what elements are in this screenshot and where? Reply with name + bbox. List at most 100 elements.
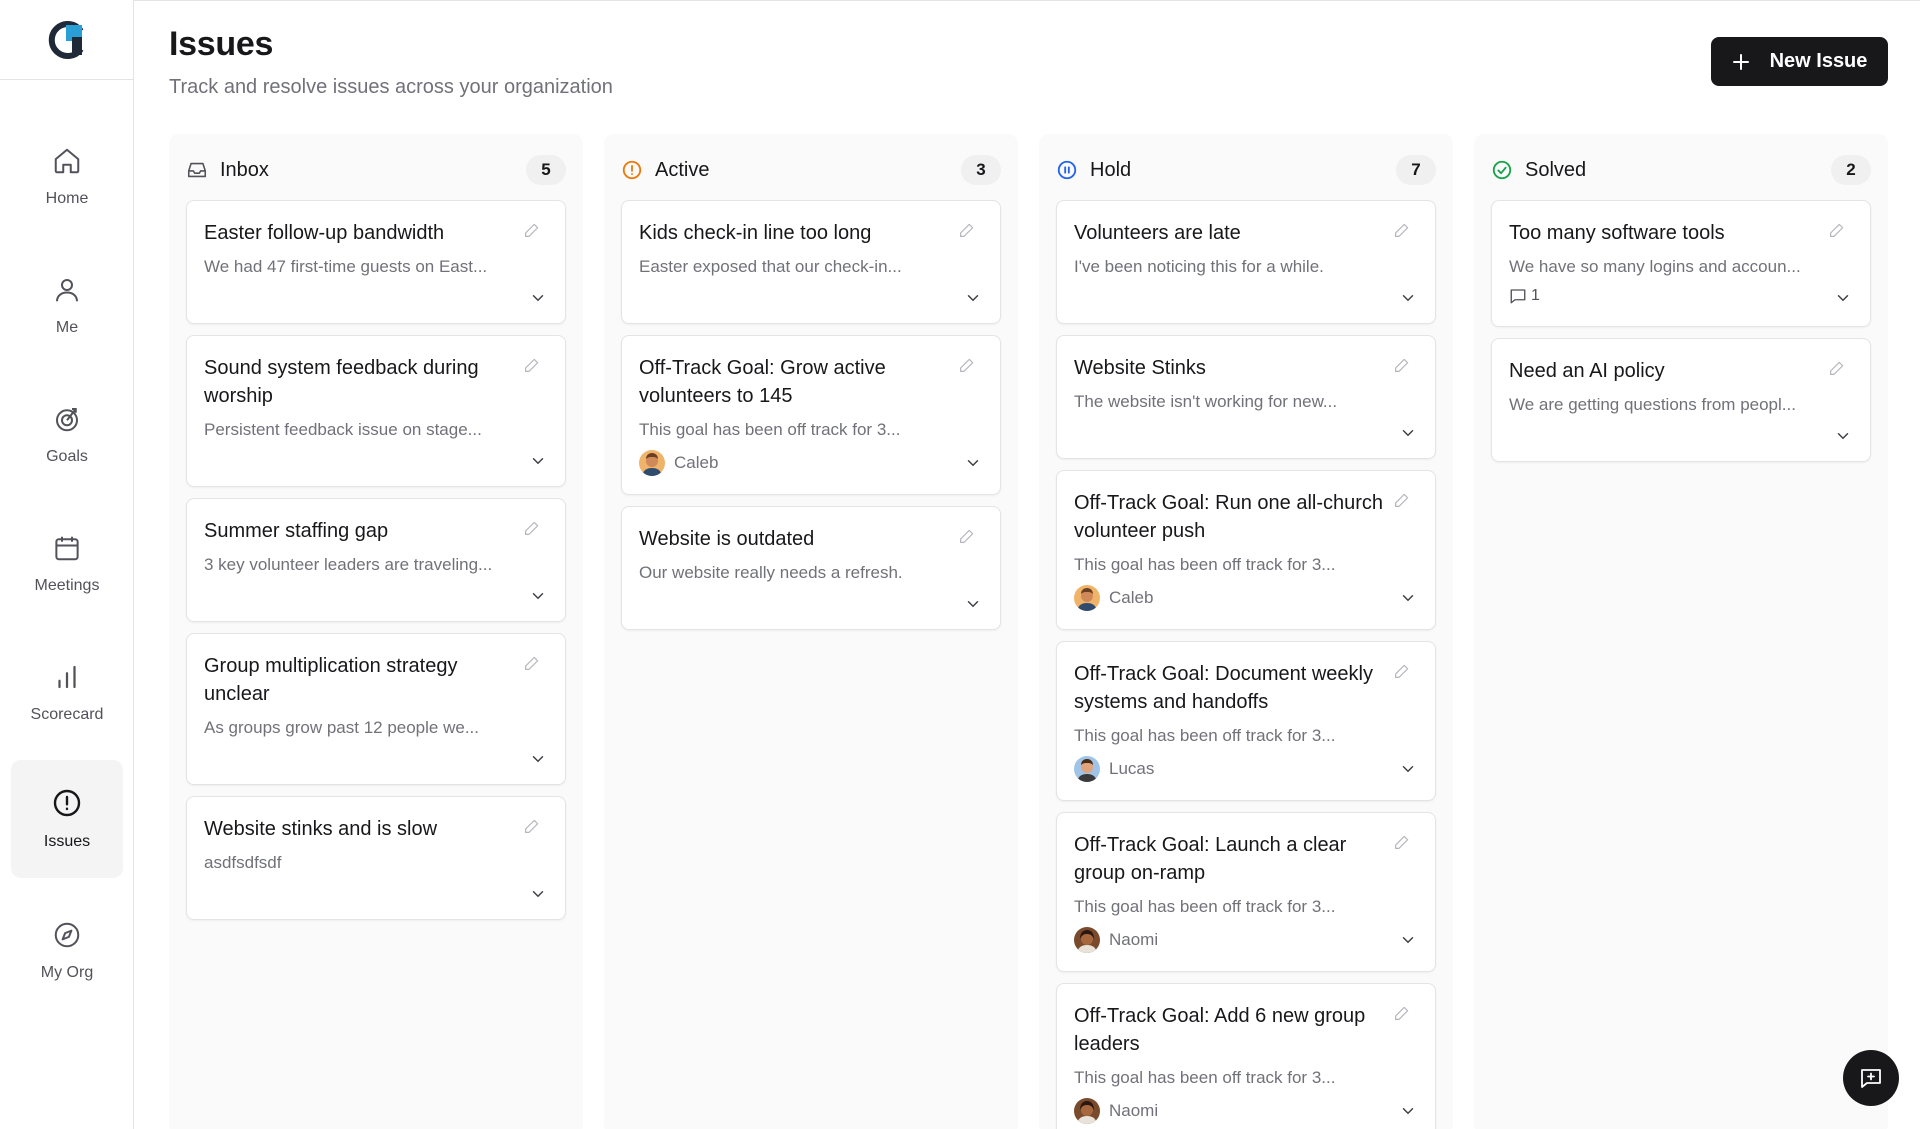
- issue-card[interactable]: Website Stinks The website isn't working…: [1056, 335, 1436, 459]
- nav-label-home: Home: [45, 190, 89, 207]
- chevron-down-icon[interactable]: [1399, 931, 1417, 949]
- card-title: Easter follow-up bandwidth: [204, 222, 445, 244]
- chevron-down-icon[interactable]: [1399, 1102, 1417, 1120]
- nav-item-scorecard[interactable]: Scorecard: [11, 634, 123, 752]
- column-header: Solved 2: [1491, 154, 1871, 186]
- assignee: Caleb: [1074, 585, 1153, 611]
- issue-card[interactable]: Website stinks and is slow asdfsdfsdf: [186, 796, 566, 920]
- card-description: 3 key volunteer leaders are traveling...: [204, 555, 493, 574]
- column-title: Inbox: [220, 158, 269, 181]
- card-description: I've been noticing this for a while.: [1074, 257, 1324, 276]
- issue-card[interactable]: Too many software tools We have so many …: [1491, 200, 1871, 327]
- column-title: Hold: [1090, 158, 1132, 181]
- issue-card[interactable]: Off-Track Goal: Add 6 new group leaders …: [1056, 983, 1436, 1129]
- nav-item-meetings[interactable]: Meetings: [11, 505, 123, 623]
- check-circle-icon: [1491, 159, 1513, 181]
- edit-icon[interactable]: [1828, 221, 1846, 239]
- top-border: [0, 0, 1920, 1]
- nav-label-meetings: Meetings: [34, 577, 100, 594]
- issue-card[interactable]: Off-Track Goal: Document weekly systems …: [1056, 641, 1436, 801]
- avatar: [1074, 1098, 1100, 1124]
- chevron-down-icon[interactable]: [1399, 760, 1417, 778]
- chevron-down-icon[interactable]: [1399, 589, 1417, 607]
- nav-label-my-org: My Org: [40, 964, 94, 981]
- chevron-down-icon[interactable]: [964, 289, 982, 307]
- card-title: Need an AI policy: [1509, 360, 1665, 382]
- chevron-down-icon[interactable]: [529, 452, 547, 470]
- chat-button[interactable]: [1843, 1050, 1899, 1106]
- issue-card[interactable]: Sound system feedback during worship Per…: [186, 335, 566, 487]
- issue-card[interactable]: Easter follow-up bandwidth We had 47 fir…: [186, 200, 566, 324]
- sidebar: Home Me Goals Meetings Scorecard Issues: [0, 0, 134, 1129]
- column-count: 5: [526, 155, 566, 185]
- card-title: Sound system feedback during worship: [204, 357, 479, 407]
- assignee-name: Naomi: [1109, 1101, 1159, 1120]
- nav-item-home[interactable]: Home: [11, 118, 123, 236]
- chevron-down-icon[interactable]: [1834, 289, 1852, 307]
- user-icon: [52, 275, 82, 305]
- new-issue-button[interactable]: New Issue: [1711, 37, 1888, 86]
- issue-card[interactable]: Off-Track Goal: Grow active volunteers t…: [621, 335, 1001, 495]
- avatar: [1074, 756, 1100, 782]
- card-description: Persistent feedback issue on stage...: [204, 420, 482, 439]
- card-title: Summer staffing gap: [204, 520, 389, 542]
- card-description: This goal has been off track for 3...: [1074, 1068, 1336, 1087]
- issue-card[interactable]: Summer staffing gap 3 key volunteer lead…: [186, 498, 566, 622]
- chevron-down-icon[interactable]: [529, 750, 547, 768]
- card-title: Kids check-in line too long: [639, 222, 872, 244]
- chevron-down-icon[interactable]: [529, 885, 547, 903]
- target-icon: [52, 404, 82, 434]
- edit-icon[interactable]: [523, 519, 541, 537]
- edit-icon[interactable]: [1393, 491, 1411, 509]
- chevron-down-icon[interactable]: [1834, 427, 1852, 445]
- chevron-down-icon[interactable]: [964, 454, 982, 472]
- edit-icon[interactable]: [958, 356, 976, 374]
- edit-icon[interactable]: [1393, 1004, 1411, 1022]
- edit-icon[interactable]: [958, 221, 976, 239]
- edit-icon[interactable]: [523, 654, 541, 672]
- column-header: Active 3: [621, 154, 1001, 186]
- calendar-icon: [52, 533, 82, 563]
- chevron-down-icon[interactable]: [1399, 424, 1417, 442]
- column-header: Inbox 5: [186, 154, 566, 186]
- nav-item-issues[interactable]: Issues: [11, 760, 123, 878]
- edit-icon[interactable]: [523, 817, 541, 835]
- nav-item-my-org[interactable]: My Org: [11, 892, 123, 1010]
- page-title: Issues: [169, 25, 274, 63]
- card-title: Off-Track Goal: Add 6 new group leaders: [1074, 1005, 1366, 1055]
- nav-item-me[interactable]: Me: [11, 247, 123, 365]
- assignee: Lucas: [1074, 756, 1154, 782]
- card-title: Off-Track Goal: Grow active volunteers t…: [639, 357, 886, 407]
- page-subtitle: Track and resolve issues across your org…: [169, 76, 613, 98]
- issue-card[interactable]: Off-Track Goal: Run one all-church volun…: [1056, 470, 1436, 630]
- assignee: Naomi: [1074, 927, 1158, 953]
- comment-count: 1: [1509, 287, 1540, 305]
- edit-icon[interactable]: [1393, 221, 1411, 239]
- home-icon: [52, 146, 82, 176]
- edit-icon[interactable]: [1393, 356, 1411, 374]
- assignee-name: Caleb: [674, 453, 719, 472]
- card-description: The website isn't working for new...: [1074, 392, 1338, 411]
- chevron-down-icon[interactable]: [964, 595, 982, 613]
- logo[interactable]: [0, 0, 133, 80]
- chevron-down-icon[interactable]: [529, 289, 547, 307]
- edit-icon[interactable]: [1393, 662, 1411, 680]
- edit-icon[interactable]: [523, 356, 541, 374]
- issue-card[interactable]: Off-Track Goal: Launch a clear group on-…: [1056, 812, 1436, 972]
- issue-card[interactable]: Website is outdated Our website really n…: [621, 506, 1001, 630]
- issue-card[interactable]: Need an AI policy We are getting questio…: [1491, 338, 1871, 462]
- issue-card[interactable]: Kids check-in line too long Easter expos…: [621, 200, 1001, 324]
- card-description: asdfsdfsdf: [204, 853, 282, 872]
- issue-card[interactable]: Group multiplication strategy unclear As…: [186, 633, 566, 785]
- edit-icon[interactable]: [1828, 359, 1846, 377]
- issue-card[interactable]: Volunteers are late I've been noticing t…: [1056, 200, 1436, 324]
- chevron-down-icon[interactable]: [1399, 289, 1417, 307]
- edit-icon[interactable]: [958, 527, 976, 545]
- nav-item-goals[interactable]: Goals: [11, 376, 123, 494]
- column-count: 7: [1396, 155, 1436, 185]
- chevron-down-icon[interactable]: [529, 587, 547, 605]
- edit-icon[interactable]: [523, 221, 541, 239]
- card-title: Group multiplication strategy unclear: [204, 655, 458, 705]
- card-description: We have so many logins and accoun...: [1509, 257, 1801, 276]
- edit-icon[interactable]: [1393, 833, 1411, 851]
